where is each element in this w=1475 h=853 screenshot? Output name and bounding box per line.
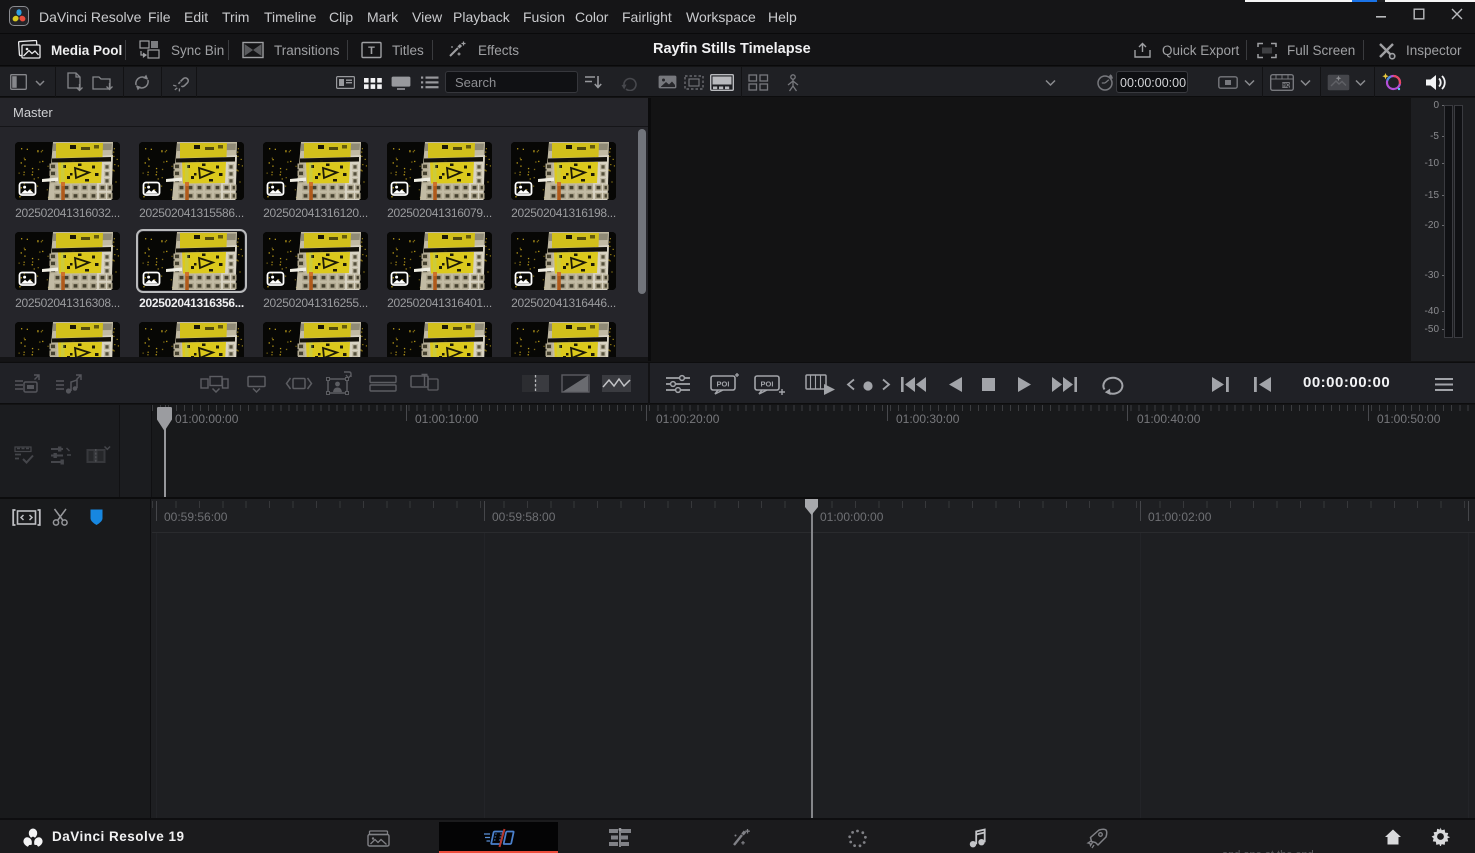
svg-text:POI: POI <box>717 380 730 389</box>
svg-text:POI: POI <box>761 380 774 389</box>
svg-text:T: T <box>368 45 375 57</box>
svg-text:HQ: HQ <box>1282 83 1290 89</box>
